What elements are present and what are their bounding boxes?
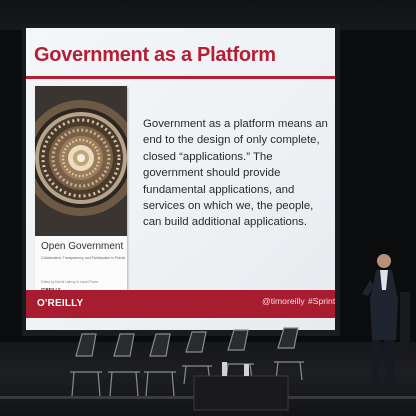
conference-stage-photo: Government as a Platform Open Government… [0,0,416,416]
speaker-figure [362,254,410,392]
